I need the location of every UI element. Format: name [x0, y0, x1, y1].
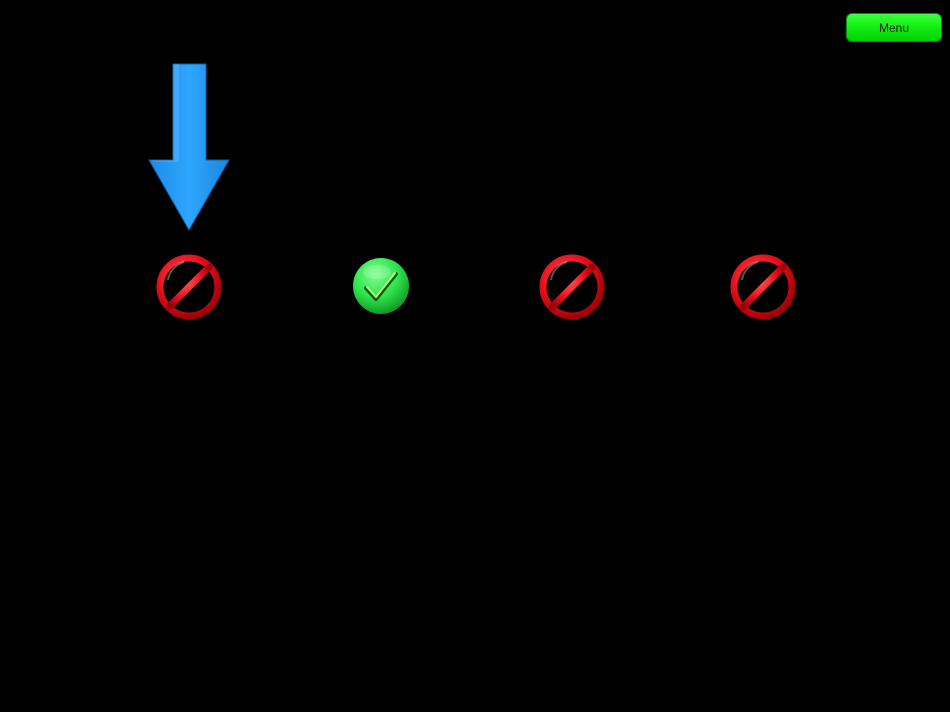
no-entry-icon: [156, 254, 222, 320]
answer-slot-1[interactable]: [154, 252, 224, 322]
answer-slot-2[interactable]: [346, 252, 416, 322]
no-entry-icon: [539, 254, 605, 320]
down-arrow-icon: [146, 62, 232, 232]
answer-slot-4[interactable]: [728, 252, 798, 322]
answer-slot-3[interactable]: [537, 252, 607, 322]
check-circle-icon: [353, 258, 409, 314]
menu-button[interactable]: Menu: [846, 13, 942, 42]
no-entry-icon: [730, 254, 796, 320]
